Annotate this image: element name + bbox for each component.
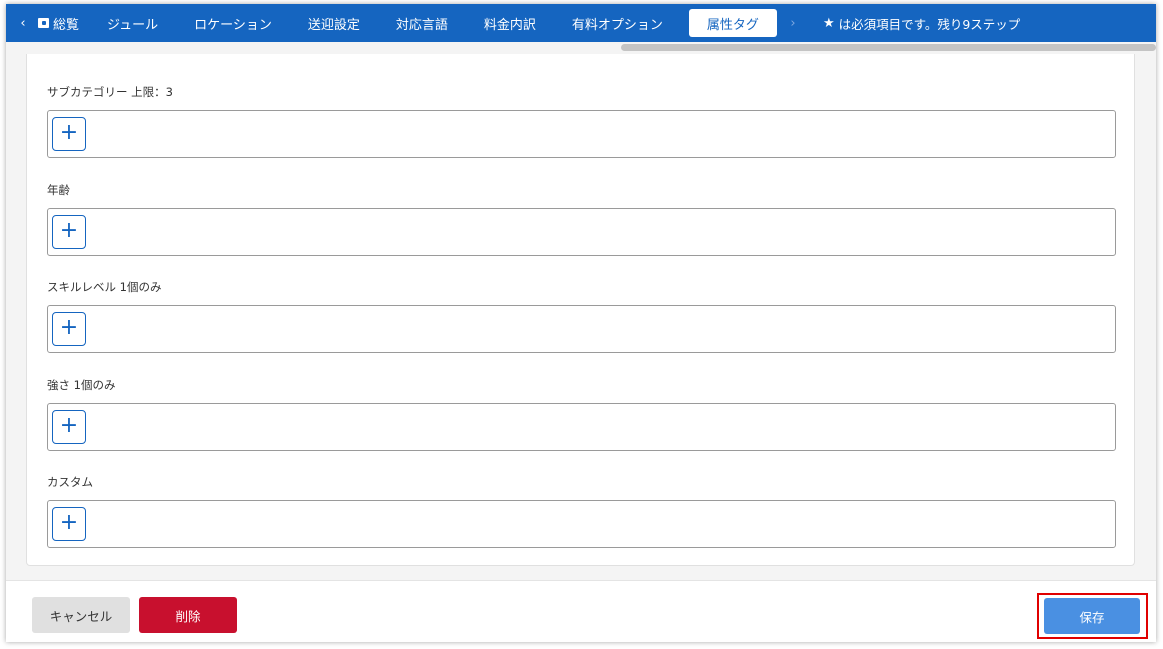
tab-label: 有料オプション [571,17,663,33]
tab-price-breakdown[interactable]: 料金内訳 [466,4,554,42]
field-label: 強さ 1個のみ [47,378,116,392]
action-footer: キャンセル 削除 保存 [6,580,1156,642]
tab-pickup-settings[interactable]: 送迎設定 [290,4,378,42]
field-subcategory: サブカテゴリー 上限：3 + [47,84,1116,158]
field-strength: 強さ 1個のみ + [47,377,1116,451]
add-tag-button[interactable]: + [52,215,86,249]
field-label: カスタム [47,475,93,489]
tab-label: 属性タグ [706,17,759,33]
field-skill-level: スキルレベル 1個のみ + [47,279,1116,353]
add-tag-button[interactable]: + [52,312,86,346]
tab-scroll-right-button[interactable]: › [783,16,803,31]
delete-button[interactable]: 削除 [139,597,237,633]
tab-label: 送迎設定 [307,17,360,33]
tag-input-box[interactable]: + [47,208,1116,256]
tab-schedule[interactable]: ジュール [97,4,176,42]
tab-bar-scrollbar[interactable] [621,44,1156,51]
step-tab-bar: ‹ 総覧 ジュール ロケーション 送迎設定 対応言語 料金内訳 有料オプション … [6,4,1156,42]
cancel-button[interactable]: キャンセル [32,597,130,633]
required-steps-note: ★ は必須項目です。残り9ステップ [809,4,1020,42]
tab-label: 料金内訳 [483,17,536,33]
add-tag-button[interactable]: + [52,507,86,541]
tab-label: ジュール [107,17,159,33]
field-label: サブカテゴリー 上限：3 [47,85,173,99]
tab-languages[interactable]: 対応言語 [378,4,466,42]
tag-input-box[interactable]: + [47,403,1116,451]
tab-paid-options[interactable]: 有料オプション [554,4,681,42]
folder-icon [38,18,49,28]
tab-location[interactable]: ロケーション [176,4,290,42]
required-steps-text: は必須項目です。残り9ステップ [838,16,1021,32]
app-window: ‹ 総覧 ジュール ロケーション 送迎設定 対応言語 料金内訳 有料オプション … [6,4,1156,642]
tab-label: 総覧 [53,17,80,33]
field-label: 年齢 [47,183,70,197]
tab-label: ロケーション [194,17,272,33]
add-tag-button[interactable]: + [52,410,86,444]
tag-input-box[interactable]: + [47,305,1116,353]
tag-input-box[interactable]: + [47,110,1116,158]
field-custom: カスタム + [47,474,1116,548]
field-label: スキルレベル 1個のみ [47,280,162,294]
tab-overview[interactable]: 総覧 [32,4,97,42]
field-age: 年齢 + [47,182,1116,256]
star-icon: ★ [822,15,835,31]
tab-attribute-tags[interactable]: 属性タグ [688,9,777,37]
attribute-tags-panel: サブカテゴリー 上限：3 + 年齢 + スキルレベル 1個のみ + 強さ 1個の… [26,54,1135,566]
tab-label: 対応言語 [395,17,448,33]
save-button[interactable]: 保存 [1044,598,1140,634]
tab-scroll-left-button[interactable]: ‹ [6,16,32,31]
add-tag-button[interactable]: + [52,117,86,151]
tag-input-box[interactable]: + [47,500,1116,548]
